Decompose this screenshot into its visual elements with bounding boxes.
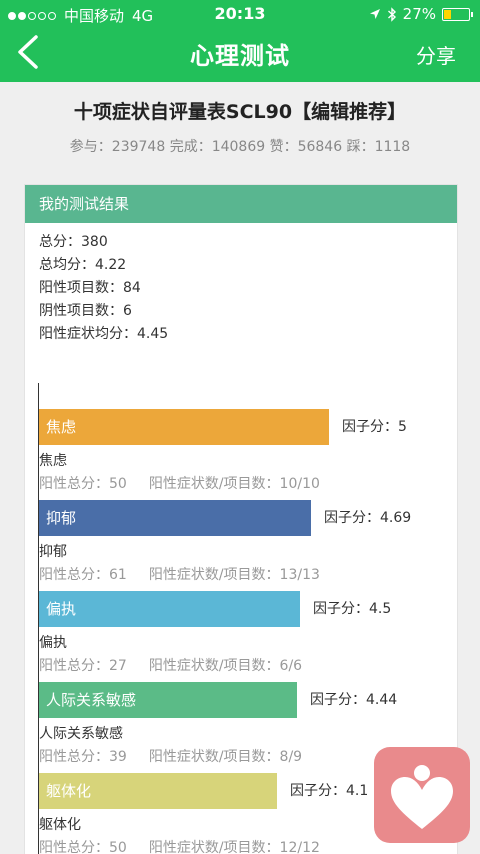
app-header: 中国移动 4G 20:13 27% 心理测试 分享 [0,0,480,82]
positive-total: 阳性总分：50 [39,476,127,492]
factor-name: 偏执 [39,635,67,651]
factor-detail: 阳性总分：50 阳性症状数/项目数：12/12 [39,837,320,854]
positive-count: 阳性症状数/项目数：10/10 [148,476,320,492]
positive-count: 阳性症状数/项目数：6/6 [148,658,303,674]
factor-score: 因子分：5 [342,419,407,435]
factor-name: 躯体化 [39,817,81,833]
positive-total: 阳性总分：27 [39,658,127,674]
factor-name: 焦虑 [39,453,67,469]
factor-detail: 阳性总分：61 阳性症状数/项目数：13/13 [39,564,320,584]
factor-bar: 偏执 [39,591,300,627]
factor-score: 因子分：4.69 [324,510,412,526]
factor-detail: 阳性总分：50 阳性症状数/项目数：10/10 [39,473,320,493]
positive-count: 阳性症状数/项目数：13/13 [148,567,320,583]
factor-bar: 抑郁 [39,500,311,536]
battery-percent: 27% [402,5,436,23]
location-arrow-icon [369,9,380,19]
positive-total: 阳性总分：61 [39,567,127,583]
positive-item-count: 阳性项目数：84 [39,280,141,296]
factor-name: 抑郁 [39,544,67,560]
result-card-header: 我的测试结果 [25,185,457,223]
status-bar: 中国移动 4G 20:13 27% [0,0,480,26]
factor-name: 人际关系敏感 [39,726,123,742]
share-button[interactable]: 分享 [416,40,456,69]
factor-detail: 阳性总分：39 阳性症状数/项目数：8/9 [39,746,302,766]
test-title: 十项症状自评量表SCL90【编辑推荐】 [73,101,407,123]
page-header-title: 心理测试 [190,42,290,70]
positive-total: 阳性总分：39 [39,749,127,765]
factor-bar: 躯体化 [39,773,277,809]
average-score: 总均分：4.22 [39,257,127,273]
heart-person-icon [391,765,453,829]
factor-detail: 阳性总分：27 阳性症状数/项目数：6/6 [39,655,302,675]
positive-symptom-average: 阳性症状均分：4.45 [39,326,169,342]
factor-bar: 人际关系敏感 [39,682,297,718]
result-summary: 总分：380 总均分：4.22 阳性项目数：84 阴性项目数：6 阳性症状均分：… [25,223,457,346]
positive-count: 阳性症状数/项目数：12/12 [148,840,320,854]
psych-app-button[interactable] [374,747,470,843]
factor-score: 因子分：4.1 [290,783,369,799]
positive-count: 阳性症状数/项目数：8/9 [148,749,303,765]
test-stats: 参与：239748 完成：140869 赞：56846 踩：1118 [69,139,411,155]
battery-icon [442,7,473,21]
positive-total: 阳性总分：50 [39,840,127,854]
factor-score: 因子分：4.44 [310,692,398,708]
negative-item-count: 阴性项目数：6 [39,303,132,319]
factor-score: 因子分：4.5 [313,601,392,617]
bluetooth-icon [387,6,396,22]
factor-bar: 焦虑 [39,409,329,445]
total-score: 总分：380 [39,234,108,250]
